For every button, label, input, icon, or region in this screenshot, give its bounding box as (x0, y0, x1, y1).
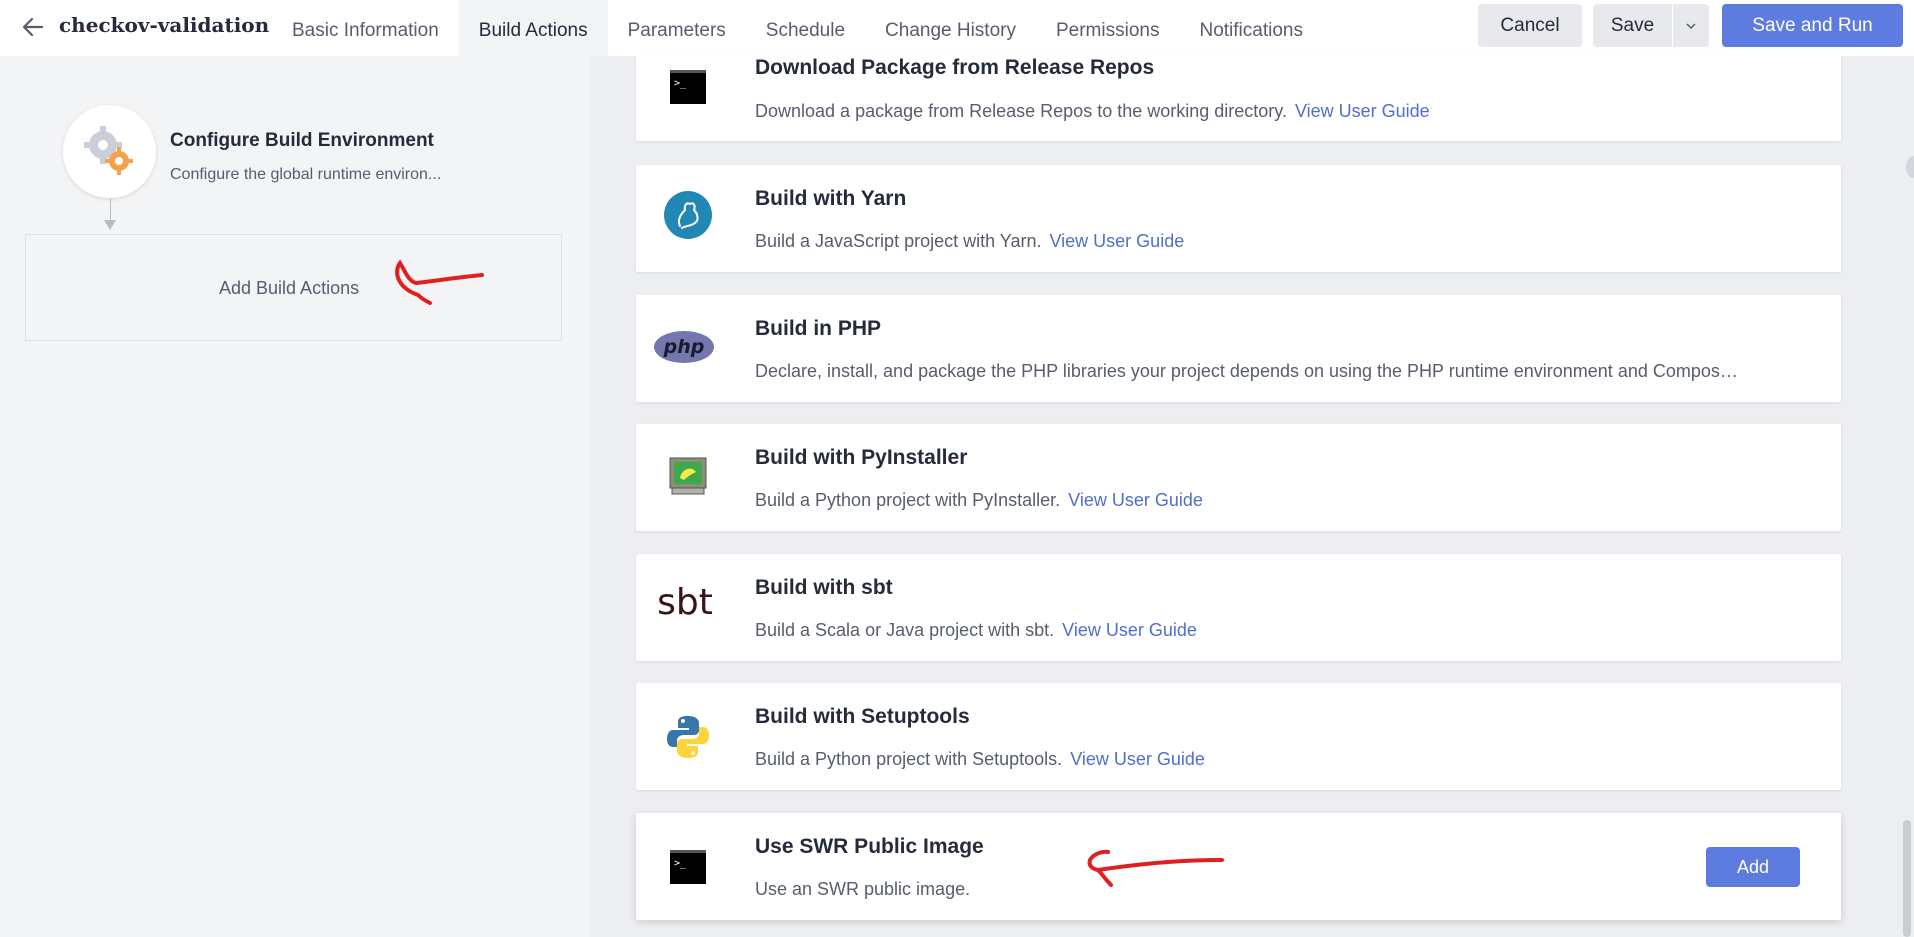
tab-change-history[interactable]: Change History (865, 0, 1036, 56)
action-description: Build a JavaScript project with Yarn. Vie… (755, 231, 1184, 252)
action-title: Build with sbt (755, 576, 893, 599)
side-handle[interactable] (1906, 156, 1914, 178)
save-dropdown-button[interactable] (1673, 4, 1709, 47)
action-card-yarn[interactable]: Build with Yarn Build a JavaScript proje… (636, 165, 1841, 272)
action-card-pyinstaller[interactable]: Build with PyInstaller Build a Python pr… (636, 424, 1841, 531)
build-environment-title: Configure Build Environment (170, 130, 434, 151)
action-description: Use an SWR public image. (755, 879, 970, 900)
action-card-download-package[interactable]: >_ Download Package from Release Repos D… (636, 56, 1841, 141)
cancel-button[interactable]: Cancel (1478, 4, 1582, 47)
add-action-button[interactable]: Add (1706, 847, 1800, 887)
chevron-down-icon (1686, 22, 1696, 29)
action-card-sbt[interactable]: sbt Build with sbt Build a Scala or Java… (636, 554, 1841, 661)
action-description-text: Build a Scala or Java project with sbt. (755, 620, 1055, 640)
action-description: Build a Scala or Java project with sbt. V… (755, 620, 1197, 641)
sbt-icon: sbt (652, 574, 718, 634)
action-description-text: Build a Python project with PyInstaller. (755, 490, 1061, 510)
page-title: checkov-validation (59, 13, 270, 37)
action-description: Build a Python project with PyInstaller.… (755, 490, 1203, 511)
add-build-actions-label[interactable]: Add Build Actions (219, 278, 359, 299)
action-description: Declare, install, and package the PHP li… (755, 361, 1738, 382)
top-header: checkov-validation Basic Information Bui… (0, 0, 1914, 56)
action-title: Build with Setuptools (755, 705, 970, 728)
python-icon (658, 707, 718, 767)
action-card-setuptools[interactable]: Build with Setuptools Build a Python pro… (636, 683, 1841, 790)
action-title: Build with PyInstaller (755, 446, 968, 469)
tab-schedule[interactable]: Schedule (746, 0, 865, 56)
save-button[interactable]: Save (1593, 4, 1672, 47)
connector-line (110, 198, 111, 222)
action-title: Download Package from Release Repos (755, 56, 1155, 79)
svg-text:sbt: sbt (657, 582, 713, 623)
action-description-text: Declare, install, and package the PHP li… (755, 361, 1738, 381)
svg-text:php: php (663, 336, 705, 358)
pyinstaller-icon (658, 446, 718, 506)
view-user-guide-link[interactable]: View User Guide (1295, 101, 1430, 121)
action-title: Build with Yarn (755, 187, 907, 210)
action-description-text: Build a JavaScript project with Yarn. (755, 231, 1042, 251)
build-environment-node[interactable] (63, 105, 156, 198)
action-description: Build a Python project with Setuptools. V… (755, 749, 1205, 770)
action-card-swr-public-image[interactable]: >_ Use SWR Public Image Use an SWR publi… (636, 813, 1841, 920)
action-description-text: Use an SWR public image. (755, 879, 971, 899)
yarn-icon (658, 185, 718, 245)
tab-build-actions[interactable]: Build Actions (458, 0, 608, 56)
scrollbar-thumb[interactable] (1903, 820, 1911, 937)
svg-text:>_: >_ (674, 858, 687, 869)
action-description: Download a package from Release Repos to… (755, 101, 1430, 122)
build-environment-description: Configure the global runtime environ... (170, 166, 442, 183)
php-icon: php (652, 317, 716, 377)
action-title: Build in PHP (755, 317, 881, 340)
action-description-text: Download a package from Release Repos to… (755, 101, 1287, 121)
action-description-text: Build a Python project with Setuptools. (755, 749, 1063, 769)
view-user-guide-link[interactable]: View User Guide (1070, 749, 1205, 769)
tab-permissions[interactable]: Permissions (1036, 0, 1179, 56)
tab-basic-information[interactable]: Basic Information (272, 0, 459, 56)
view-user-guide-link[interactable]: View User Guide (1049, 231, 1184, 251)
terminal-icon: >_ (658, 57, 718, 117)
action-card-php[interactable]: php Build in PHP Declare, install, and p… (636, 295, 1841, 402)
back-arrow-icon[interactable] (20, 14, 46, 40)
terminal-icon: >_ (658, 837, 718, 897)
tab-bar: Basic Information Build Actions Paramete… (272, 0, 1323, 56)
save-and-run-button[interactable]: Save and Run (1722, 4, 1903, 47)
gears-icon (84, 126, 133, 175)
connector-arrow-icon (104, 220, 116, 230)
tab-notifications[interactable]: Notifications (1179, 0, 1323, 56)
svg-text:>_: >_ (674, 78, 687, 89)
view-user-guide-link[interactable]: View User Guide (1068, 490, 1203, 510)
action-title: Use SWR Public Image (755, 835, 984, 858)
tab-parameters[interactable]: Parameters (608, 0, 746, 56)
view-user-guide-link[interactable]: View User Guide (1062, 620, 1197, 640)
